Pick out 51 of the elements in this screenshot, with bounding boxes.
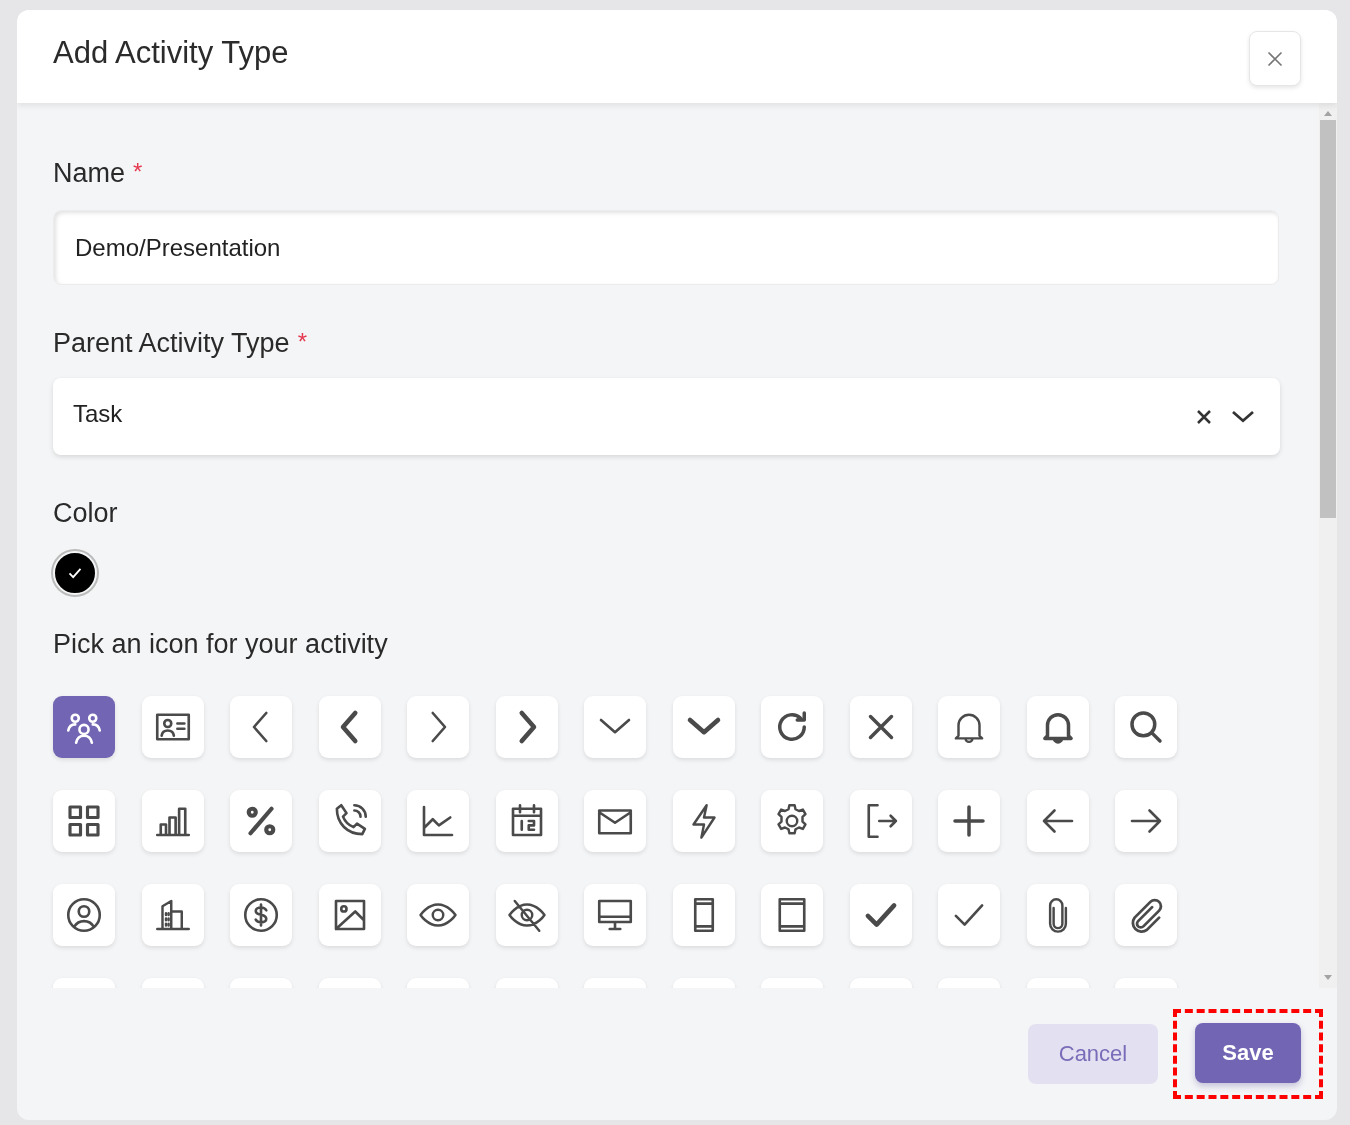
icon-option[interactable] — [53, 696, 115, 758]
icon-option[interactable] — [1115, 790, 1177, 852]
icon-option[interactable] — [1026, 696, 1089, 758]
parent-type-select[interactable]: Task — [53, 378, 1280, 455]
icon-option[interactable] — [495, 790, 558, 852]
icon-option[interactable] — [672, 884, 735, 946]
icon-option[interactable] — [761, 790, 823, 852]
icon-option[interactable] — [495, 696, 558, 758]
dialog-title: Add Activity Type — [53, 34, 289, 71]
icon-option[interactable] — [1026, 884, 1089, 946]
save-button[interactable]: Save — [1195, 1023, 1301, 1083]
icon-option[interactable] — [849, 884, 912, 946]
icon-option[interactable] — [141, 696, 204, 758]
icon-option[interactable] — [584, 884, 646, 946]
icon-option[interactable] — [230, 696, 292, 758]
name-input-field[interactable]: Demo/Presentation — [53, 210, 1279, 285]
icon-option[interactable] — [318, 790, 381, 852]
icon-option[interactable] — [1115, 884, 1177, 946]
icon-option[interactable] — [761, 696, 823, 758]
color-swatch[interactable] — [53, 551, 97, 595]
field-label: Parent Activity Type — [53, 328, 290, 359]
section-label: Pick an icon for your activity — [53, 629, 388, 660]
field-label: Name — [53, 158, 126, 189]
icon-option[interactable] — [318, 884, 381, 946]
icon-option[interactable] — [407, 884, 469, 946]
icon-option[interactable] — [141, 790, 204, 852]
icon-option[interactable] — [849, 790, 912, 852]
icon-option[interactable] — [53, 884, 115, 946]
icon-option[interactable] — [584, 790, 646, 852]
icon-option[interactable] — [407, 790, 469, 852]
icon-option[interactable] — [53, 790, 115, 852]
icon-option[interactable] — [761, 884, 823, 946]
icon-option[interactable] — [584, 696, 646, 758]
icon-option[interactable] — [938, 696, 1000, 758]
icon-option[interactable] — [672, 696, 735, 758]
required-mark: * — [297, 328, 307, 356]
icon-option[interactable] — [849, 696, 912, 758]
icon-option[interactable] — [230, 790, 292, 852]
icon-option[interactable] — [672, 790, 735, 852]
icon-option[interactable] — [1115, 696, 1177, 758]
required-mark: * — [133, 158, 143, 186]
icon-option[interactable] — [318, 696, 381, 758]
icon-option[interactable] — [230, 884, 292, 946]
icon-option[interactable] — [407, 696, 469, 758]
icon-option[interactable] — [938, 884, 1000, 946]
scrollbar[interactable] — [1319, 103, 1337, 988]
icon-option[interactable] — [938, 790, 1000, 852]
icon-option[interactable] — [495, 884, 558, 946]
icon-option[interactable] — [141, 884, 204, 946]
section-label: Color — [53, 498, 118, 529]
icon-option[interactable] — [1026, 790, 1089, 852]
